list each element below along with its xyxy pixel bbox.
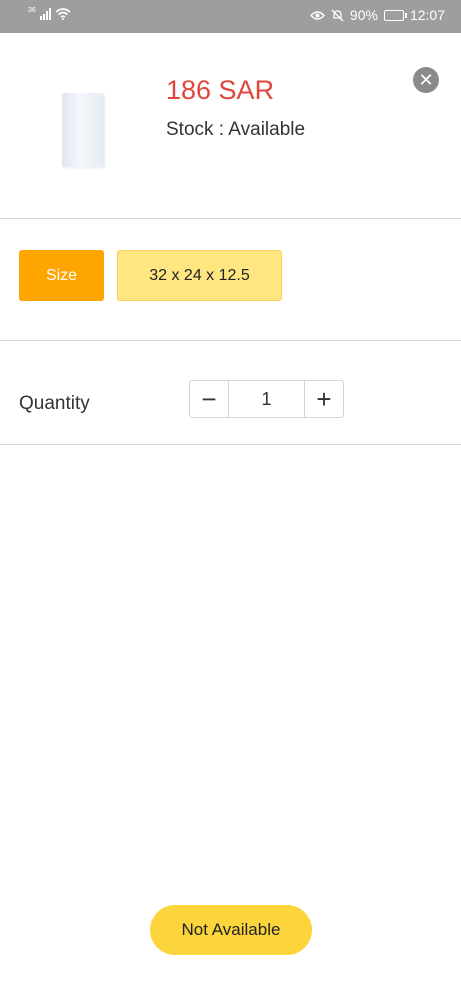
wifi-icon: [55, 8, 71, 20]
paper-bag-image: [62, 93, 104, 167]
quantity-label: Quantity: [19, 393, 90, 414]
size-selector: Size 32 x 24 x 12.5: [0, 219, 461, 341]
decrement-button[interactable]: −: [190, 381, 228, 417]
signal-icon: [39, 8, 51, 20]
increment-button[interactable]: +: [305, 381, 343, 417]
quantity-stepper: − 1 +: [189, 380, 344, 418]
product-summary: 186 SAR Stock : Available ✕: [0, 33, 461, 219]
quantity-selector: Quantity − 1 +: [0, 341, 461, 445]
stock-status: Stock : Available: [166, 119, 306, 140]
not-available-button[interactable]: Not Available: [150, 905, 312, 955]
product-image: [26, 63, 156, 193]
battery-percent: 90%: [349, 7, 378, 23]
battery-icon: [383, 9, 407, 21]
status-bar-left: 36: [28, 7, 71, 20]
product-price: 186 SAR: [166, 75, 275, 105]
eye-icon: [309, 10, 325, 20]
size-label: Size: [19, 250, 104, 301]
mute-bell-icon: [331, 9, 344, 21]
network-type-label: 36: [28, 7, 36, 14]
size-option[interactable]: 32 x 24 x 12.5: [117, 250, 282, 301]
close-button[interactable]: ✕: [413, 67, 439, 93]
status-bar: 36 90% 12:07: [0, 0, 461, 33]
close-icon: ✕: [418, 70, 434, 90]
quantity-value[interactable]: 1: [228, 381, 305, 417]
clock-time: 12:07: [409, 7, 445, 23]
status-bar-right: 90% 12:07: [309, 7, 445, 23]
